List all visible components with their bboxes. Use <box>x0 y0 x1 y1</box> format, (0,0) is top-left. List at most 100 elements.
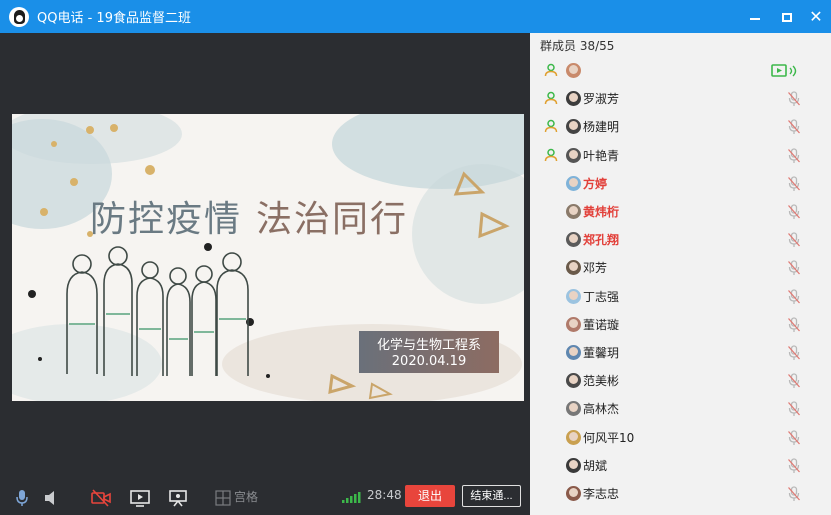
screen-share-icon[interactable] <box>130 489 150 507</box>
member-row[interactable]: 胡斌 <box>530 452 831 480</box>
member-row[interactable]: 高林杰 <box>530 395 831 423</box>
avatar <box>566 457 581 473</box>
member-name: 邓芳 <box>583 261 608 276</box>
close-button[interactable]: ✕ <box>805 6 827 28</box>
mic-muted-icon[interactable] <box>787 401 801 417</box>
end-call-button[interactable]: 结束通... <box>462 485 521 507</box>
avatar <box>566 260 581 276</box>
presentation-slide: 防控疫情 法治同行 化学与生物工程系 2020.04.19 <box>12 114 524 401</box>
member-row[interactable]: 范美彬 <box>530 367 831 395</box>
microphone-icon[interactable] <box>15 489 29 507</box>
avatar-face <box>569 403 578 413</box>
avatar-face <box>569 318 578 328</box>
qq-logo-icon <box>9 6 29 27</box>
avatar-face <box>569 177 578 187</box>
member-row[interactable]: 邓芳 <box>530 254 831 282</box>
avatar-face <box>569 262 578 272</box>
member-name: 李志忠 <box>583 487 620 501</box>
member-row[interactable]: 郑孔翔 <box>530 226 831 254</box>
member-row[interactable]: 李志忠 <box>530 480 831 508</box>
member-name: 范美彬 <box>583 374 620 389</box>
avatar-face <box>569 459 578 469</box>
mic-muted-icon[interactable] <box>787 232 801 248</box>
member-name: 董馨玥 <box>583 346 620 360</box>
member-row[interactable]: 罗淑芳 <box>530 85 831 113</box>
avatar-face <box>569 488 578 497</box>
avatar <box>566 175 581 191</box>
member-name: 方婷 <box>583 176 608 191</box>
mic-muted-icon[interactable] <box>787 486 801 502</box>
member-row[interactable]: 董诺璇 <box>530 311 831 339</box>
avatar <box>566 486 581 501</box>
speaker-icon[interactable] <box>44 489 58 507</box>
slide-department: 化学与生物工程系 <box>376 338 481 353</box>
mic-muted-icon[interactable] <box>787 373 801 389</box>
mic-muted-icon[interactable] <box>787 317 801 333</box>
person-speaking-icon <box>544 91 558 105</box>
avatar <box>566 401 581 417</box>
member-name: 罗淑芳 <box>583 92 620 107</box>
mic-muted-icon[interactable] <box>787 288 801 305</box>
qq-call-window: QQ电话 - 19食品监督二班 ✕ 防控疫情 法治同行 化学与生物工程系 202… <box>0 0 831 515</box>
title-bar: QQ电话 - 19食品监督二班 <box>0 0 831 33</box>
exit-button[interactable]: 退出 <box>405 485 455 507</box>
member-row[interactable]: 黄炜桁 <box>530 198 831 226</box>
camera-off-icon[interactable] <box>91 489 111 507</box>
avatar <box>566 63 581 78</box>
person-speaking-icon <box>544 148 558 161</box>
person-speaking-icon <box>544 120 558 133</box>
member-name: 郑孔翔 <box>583 233 620 248</box>
minimize-icon <box>750 18 760 20</box>
member-row[interactable]: 叶艳青 <box>530 142 831 170</box>
avatar <box>566 119 581 135</box>
slide-date: 2020.04.19 <box>391 354 467 369</box>
member-panel: 群成员 38/55 罗淑芳杨建明 叶艳青方婷黄炜桁郑孔翔邓芳丁志强董诺璇董馨玥范美… <box>530 33 831 515</box>
avatar-face <box>569 206 578 215</box>
avatar <box>566 345 581 360</box>
mic-muted-icon[interactable] <box>787 147 801 164</box>
presenter-icon[interactable] <box>168 489 188 507</box>
member-name: 何风平10 <box>583 430 635 445</box>
grid-view-label[interactable]: 宫格 <box>234 488 258 505</box>
member-row[interactable] <box>530 57 831 85</box>
avatar-face <box>569 290 578 300</box>
signal-strength-icon <box>342 492 361 503</box>
member-name: 董诺璇 <box>583 317 620 332</box>
mic-muted-icon[interactable] <box>787 91 801 107</box>
mic-muted-icon[interactable] <box>787 119 801 135</box>
mic-muted-icon[interactable] <box>787 458 801 474</box>
mic-muted-icon[interactable] <box>787 260 801 276</box>
mic-muted-icon[interactable] <box>787 429 801 446</box>
shared-screen-area: 防控疫情 法治同行 化学与生物工程系 2020.04.19 <box>0 33 530 480</box>
slide-title-part1: 防控疫情 <box>90 199 243 240</box>
avatar-face <box>569 93 578 103</box>
window-title: QQ电话 - 19食品监督二班 <box>37 11 191 26</box>
avatar <box>566 204 581 219</box>
slide-badge: 化学与生物工程系 2020.04.19 <box>359 331 499 373</box>
member-name: 胡斌 <box>583 458 608 473</box>
avatar-face <box>569 431 578 441</box>
member-row[interactable]: 方婷 <box>530 170 831 198</box>
avatar <box>566 232 581 248</box>
member-row[interactable]: 何风平10 <box>530 424 831 452</box>
avatar <box>566 316 581 332</box>
mic-muted-icon[interactable] <box>787 204 801 220</box>
minimize-button[interactable] <box>744 6 766 28</box>
maximize-button[interactable] <box>776 6 798 28</box>
avatar-face <box>569 234 578 244</box>
member-row[interactable]: 丁志强 <box>530 283 831 311</box>
avatar-face <box>569 149 578 159</box>
person-speaking-icon <box>544 63 558 77</box>
mic-muted-icon[interactable] <box>787 345 801 361</box>
member-row[interactable]: 董馨玥 <box>530 339 831 367</box>
member-count-header: 群成员 38/55 <box>540 39 615 53</box>
grid-view-icon[interactable] <box>215 489 231 507</box>
slide-title: 防控疫情 法治同行 <box>90 190 408 242</box>
mic-muted-icon[interactable] <box>787 176 801 192</box>
member-name: 丁志强 <box>583 289 620 304</box>
avatar <box>566 429 581 445</box>
member-name: 黄炜桁 <box>583 205 620 219</box>
avatar-face <box>569 65 578 74</box>
avatar-face <box>569 121 578 131</box>
member-row[interactable]: 杨建明 <box>530 113 831 141</box>
